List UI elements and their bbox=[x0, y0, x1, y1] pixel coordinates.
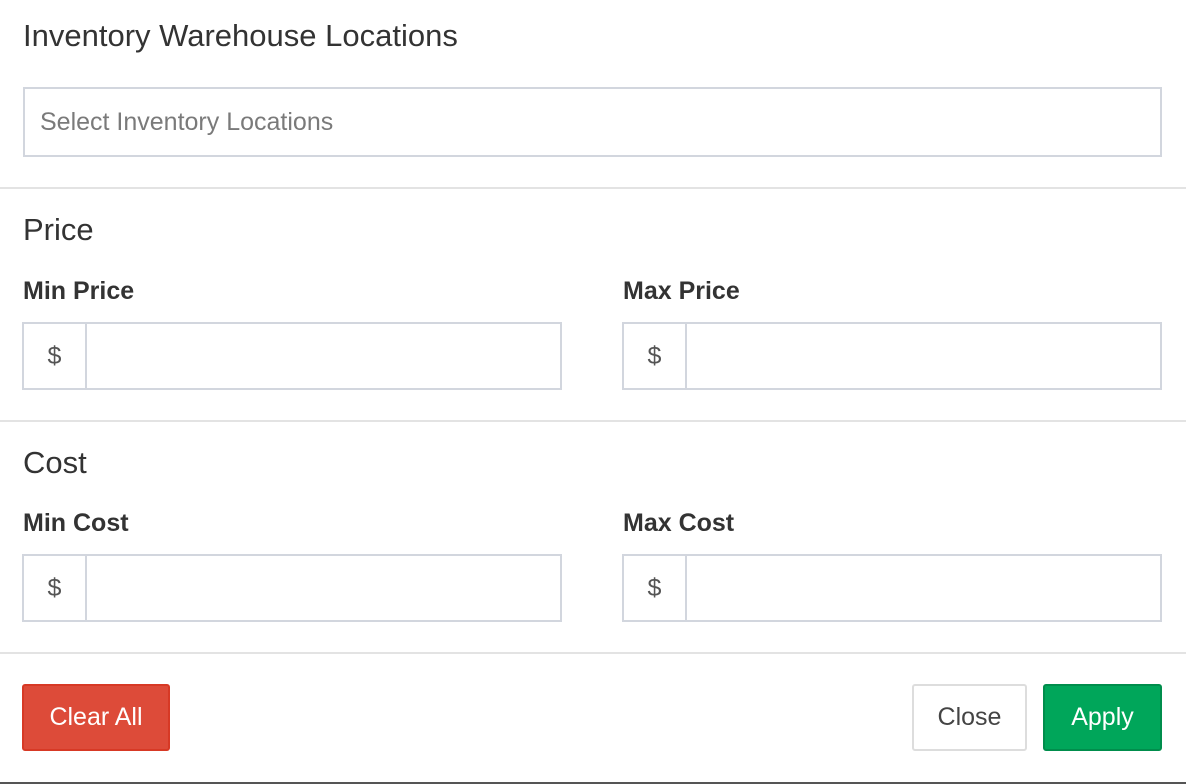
min-cost-group: $ bbox=[22, 554, 562, 622]
locations-section-title: Inventory Warehouse Locations bbox=[23, 18, 458, 53]
max-cost-input[interactable] bbox=[687, 556, 1160, 620]
max-cost-group: $ bbox=[622, 554, 1162, 622]
filter-panel: Inventory Warehouse Locations Price Min … bbox=[0, 0, 1186, 784]
close-button[interactable]: Close bbox=[912, 684, 1027, 751]
max-cost-label: Max Cost bbox=[623, 509, 735, 537]
max-price-group: $ bbox=[622, 322, 1162, 390]
clear-all-button[interactable]: Clear All bbox=[22, 684, 170, 751]
currency-addon: $ bbox=[24, 324, 87, 388]
min-price-group: $ bbox=[22, 322, 562, 390]
section-divider bbox=[0, 420, 1186, 422]
section-divider bbox=[0, 187, 1186, 189]
min-price-input[interactable] bbox=[87, 324, 560, 388]
cost-section-title: Cost bbox=[23, 445, 87, 480]
min-cost-label: Min Cost bbox=[23, 509, 129, 537]
min-cost-input[interactable] bbox=[87, 556, 560, 620]
max-price-label: Max Price bbox=[623, 277, 740, 305]
min-price-label: Min Price bbox=[23, 277, 135, 305]
inventory-locations-select[interactable] bbox=[23, 87, 1162, 157]
currency-addon: $ bbox=[24, 556, 87, 620]
section-divider bbox=[0, 652, 1186, 654]
currency-addon: $ bbox=[624, 324, 687, 388]
max-price-input[interactable] bbox=[687, 324, 1160, 388]
price-section-title: Price bbox=[23, 212, 94, 247]
apply-button[interactable]: Apply bbox=[1043, 684, 1162, 751]
currency-addon: $ bbox=[624, 556, 687, 620]
